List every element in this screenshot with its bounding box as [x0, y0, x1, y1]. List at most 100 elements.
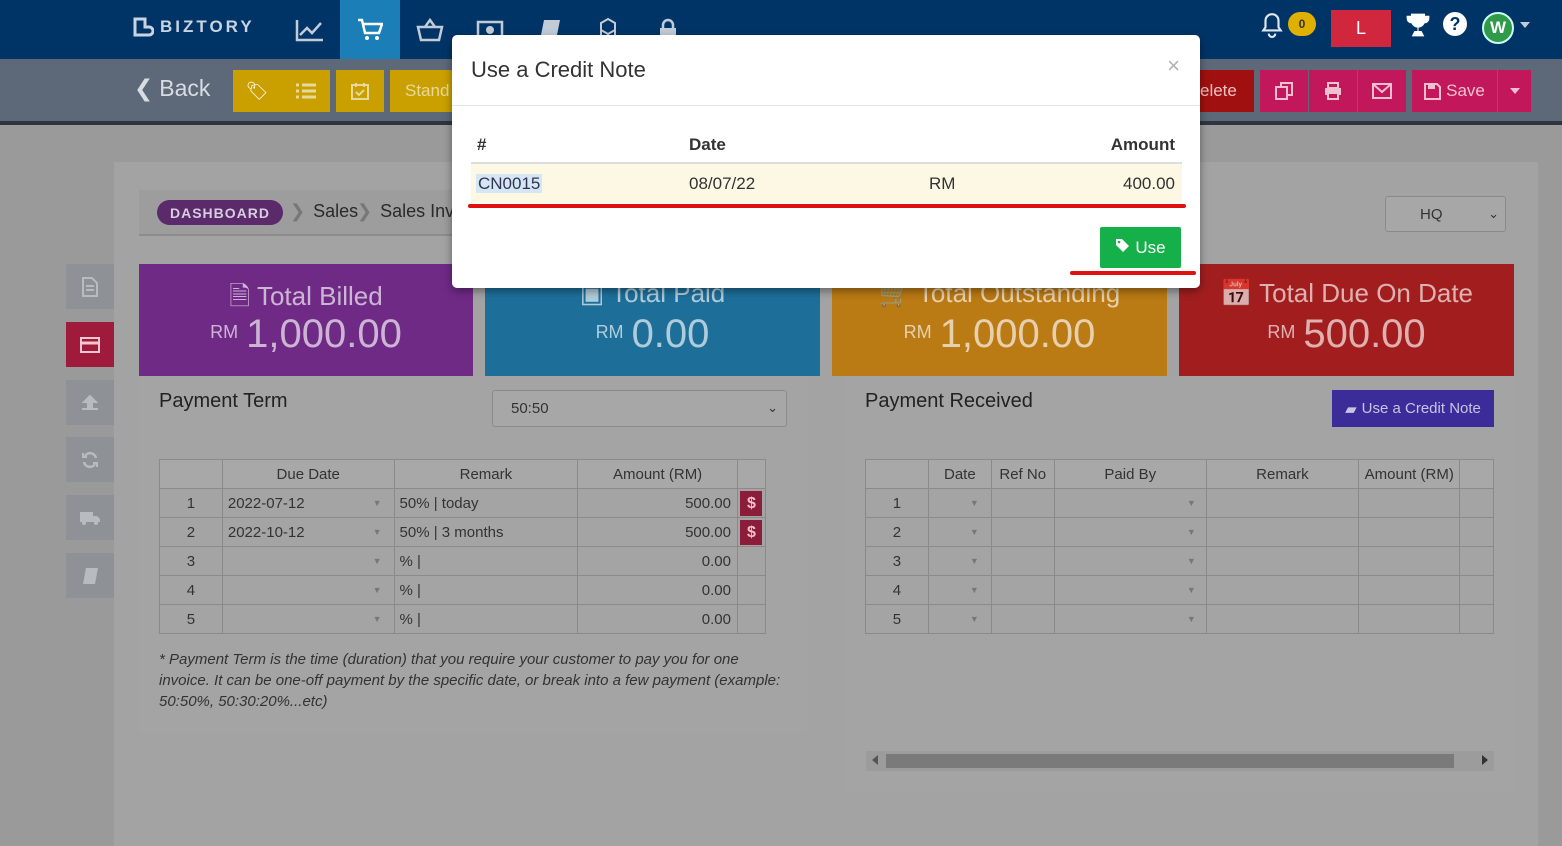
use-credit-note-button[interactable]: ▰ Use a Credit Note [1332, 390, 1494, 427]
amount-cell[interactable]: 500.00 [577, 517, 738, 547]
sidetab-payment[interactable] [66, 322, 114, 367]
date-cell[interactable]: ▼ [927, 517, 992, 547]
action-cell [736, 604, 767, 634]
sidetab-book[interactable] [66, 553, 114, 598]
amount-cell[interactable] [1358, 488, 1461, 518]
list-button[interactable] [281, 70, 330, 112]
amount-cell[interactable]: 0.00 [577, 604, 738, 634]
list-icon [295, 83, 316, 99]
date-cell[interactable]: ▼ [927, 604, 992, 634]
delete-button[interactable]: elete [1200, 70, 1254, 112]
back-button[interactable]: ❮ Back [134, 75, 210, 102]
ref-no-cell[interactable] [990, 604, 1055, 634]
caret-down-icon: ▼ [372, 585, 382, 595]
caret-down-icon: ▼ [969, 498, 979, 508]
email-button[interactable] [1358, 70, 1406, 112]
ref-no-cell[interactable] [990, 546, 1055, 576]
amount-cell[interactable] [1358, 546, 1461, 576]
scrollbar-thumb[interactable] [886, 754, 1454, 768]
due-date-cell[interactable]: 2022-10-12 ▼ [221, 517, 395, 547]
amount-cell[interactable]: 0.00 [577, 546, 738, 576]
row-number: 2 [865, 517, 929, 547]
remark-cell[interactable]: 50% | 3 months [393, 517, 579, 547]
breadcrumb-dashboard[interactable]: DASHBOARD [157, 200, 283, 225]
branch-select[interactable]: HQ ⌄ [1385, 196, 1506, 232]
total-due-on-date-card: 📅 Total Due On Date RM 500.00 [1179, 264, 1514, 376]
remark-cell[interactable] [1205, 488, 1360, 518]
pay-dollar-button[interactable]: $ [740, 490, 763, 516]
avatar[interactable]: W [1482, 12, 1514, 44]
chart-line-icon[interactable] [280, 0, 340, 59]
remark-cell[interactable] [1205, 604, 1360, 634]
copy-button[interactable] [1260, 70, 1308, 112]
ref-no-cell[interactable] [990, 488, 1055, 518]
sidetab-refresh[interactable] [66, 437, 114, 482]
use-credit-note-modal: Use a Credit Note × # Date Amount CN0015… [452, 35, 1200, 288]
close-icon[interactable]: × [1167, 53, 1180, 79]
action-cell [736, 575, 767, 605]
amount-cell[interactable]: 500.00 [577, 488, 738, 518]
action-cell: $ [736, 488, 767, 518]
caret-down-icon [1509, 88, 1520, 94]
remark-cell[interactable]: % | [393, 546, 579, 576]
paid-by-cell[interactable]: ▼ [1053, 517, 1207, 547]
scroll-left-icon[interactable] [872, 755, 878, 765]
amount-cell[interactable] [1358, 604, 1461, 634]
trophy-icon[interactable] [1405, 12, 1431, 43]
due-date-cell[interactable]: ▼ [221, 604, 395, 634]
save-dropdown-button[interactable] [1498, 70, 1531, 112]
scroll-right-icon[interactable] [1482, 755, 1488, 765]
sidetab-document[interactable] [66, 264, 114, 309]
paid-by-cell[interactable]: ▼ [1053, 546, 1207, 576]
caret-down-icon: ▼ [969, 585, 979, 595]
caret-down-icon: ▼ [1186, 614, 1196, 624]
cart-icon[interactable] [340, 0, 400, 59]
table-row: 4 ▼ % | 0.00 [159, 575, 767, 605]
amount-cell[interactable] [1358, 575, 1461, 605]
user-button[interactable]: L [1331, 10, 1391, 47]
remark-cell[interactable]: 50% | today [393, 488, 579, 518]
basket-icon[interactable] [400, 0, 460, 59]
due-date-cell[interactable]: ▼ [221, 575, 395, 605]
use-button[interactable]: Use [1100, 227, 1181, 268]
remark-cell[interactable] [1205, 546, 1360, 576]
chevron-down-icon[interactable] [1520, 22, 1530, 28]
credit-note-row[interactable] [471, 164, 1182, 203]
save-button[interactable]: Save [1412, 70, 1497, 112]
date-cell[interactable]: ▼ [927, 488, 992, 518]
breadcrumb-sales-invoice[interactable]: ❯ Sales Invo [357, 201, 464, 222]
due-date-cell[interactable]: 2022-07-12 ▼ [221, 488, 395, 518]
ref-no-cell[interactable] [990, 575, 1055, 605]
horizontal-scrollbar[interactable] [866, 751, 1494, 771]
table-header-row: Due Date Remark Amount (RM) [159, 459, 767, 489]
sidetab-upload[interactable] [66, 380, 114, 425]
ref-no-cell[interactable] [990, 517, 1055, 547]
print-button[interactable] [1309, 70, 1357, 112]
sidetab-delivery[interactable] [66, 495, 114, 540]
bell-icon[interactable] [1259, 12, 1285, 43]
column-header: Date [927, 459, 992, 489]
remark-cell[interactable]: % | [393, 575, 579, 605]
remark-cell[interactable] [1205, 517, 1360, 547]
save-label: Save [1446, 81, 1485, 100]
row-number: 4 [865, 575, 929, 605]
standard-button[interactable]: Stand [390, 70, 452, 112]
due-date-cell[interactable]: ▼ [221, 546, 395, 576]
calendar-button[interactable] [336, 70, 384, 112]
date-cell[interactable]: ▼ [927, 575, 992, 605]
amount-cell[interactable] [1358, 517, 1461, 547]
date-cell[interactable]: ▼ [927, 546, 992, 576]
paid-by-cell[interactable]: ▼ [1053, 488, 1207, 518]
help-icon[interactable]: ? [1443, 12, 1467, 36]
paid-by-cell[interactable]: ▼ [1053, 575, 1207, 605]
pay-dollar-button[interactable]: $ [740, 519, 763, 545]
tag-button[interactable]: 🏷 [233, 70, 281, 112]
payment-term-select[interactable]: 50:50 ⌄ [492, 390, 787, 427]
remark-cell[interactable]: % | [393, 604, 579, 634]
breadcrumb-sales[interactable]: ❯ Sales [290, 201, 358, 222]
remark-cell[interactable] [1205, 575, 1360, 605]
paid-by-cell[interactable]: ▼ [1053, 604, 1207, 634]
amount-cell[interactable]: 0.00 [577, 575, 738, 605]
brand-logo[interactable]: BIZTORY [132, 16, 255, 38]
credit-note-number[interactable]: CN0015 [476, 174, 543, 194]
